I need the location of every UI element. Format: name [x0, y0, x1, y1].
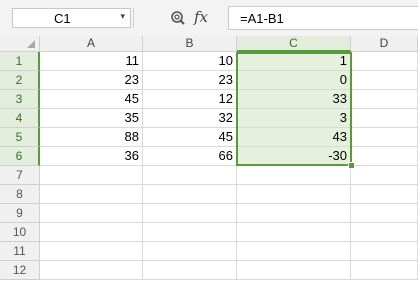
cell-a5[interactable]: 88	[40, 128, 143, 147]
cell-c8[interactable]	[237, 185, 351, 204]
cell-d4[interactable]	[351, 109, 418, 128]
cell-d8[interactable]	[351, 185, 418, 204]
cell-b8[interactable]	[143, 185, 237, 204]
cell-b5[interactable]: 45	[143, 128, 237, 147]
cell-c6[interactable]: -30	[237, 147, 351, 166]
cell-a12[interactable]	[40, 261, 143, 280]
cell-a9[interactable]	[40, 204, 143, 223]
cell-d11[interactable]	[351, 242, 418, 261]
cell-b2[interactable]: 23	[143, 71, 237, 90]
row-header[interactable]: 4	[0, 109, 40, 128]
function-icon[interactable]: fx	[194, 8, 208, 26]
cell-c12[interactable]	[237, 261, 351, 280]
cell-d9[interactable]	[351, 204, 418, 223]
formula-input[interactable]: =A1-B1	[228, 6, 418, 30]
zoom-icon[interactable]	[170, 8, 186, 28]
cell-b9[interactable]	[143, 204, 237, 223]
cell-b12[interactable]	[143, 261, 237, 280]
cell-b4[interactable]: 32	[143, 109, 237, 128]
row-header[interactable]: 10	[0, 223, 40, 242]
row-header[interactable]: 12	[0, 261, 40, 280]
cell-c9[interactable]	[237, 204, 351, 223]
cell-c4[interactable]: 3	[237, 109, 351, 128]
cell-a10[interactable]	[40, 223, 143, 242]
divider	[133, 8, 134, 28]
cell-c3[interactable]: 33	[237, 90, 351, 109]
cell-d3[interactable]	[351, 90, 418, 109]
name-box-value: C1	[54, 11, 71, 26]
cell-a2[interactable]: 23	[40, 71, 143, 90]
cell-d1[interactable]	[351, 52, 418, 71]
chevron-down-icon[interactable]: ▾	[120, 11, 125, 22]
cell-d12[interactable]	[351, 261, 418, 280]
cell-b3[interactable]: 12	[143, 90, 237, 109]
row-header[interactable]: 2	[0, 71, 40, 90]
cell-d10[interactable]	[351, 223, 418, 242]
cell-a8[interactable]	[40, 185, 143, 204]
cell-b1[interactable]: 10	[143, 52, 237, 71]
row-header[interactable]: 8	[0, 185, 40, 204]
cell-a11[interactable]	[40, 242, 143, 261]
formula-text: =A1-B1	[240, 11, 284, 26]
cell-a4[interactable]: 35	[40, 109, 143, 128]
column-header-c[interactable]: C	[237, 36, 351, 52]
row-header[interactable]: 5	[0, 128, 40, 147]
cell-b6[interactable]: 66	[143, 147, 237, 166]
row-header[interactable]: 9	[0, 204, 40, 223]
cell-b10[interactable]	[143, 223, 237, 242]
cell-c11[interactable]	[237, 242, 351, 261]
column-header-a[interactable]: A	[40, 36, 143, 52]
row-header[interactable]: 3	[0, 90, 40, 109]
cell-d2[interactable]	[351, 71, 418, 90]
select-all-corner[interactable]	[0, 36, 40, 52]
row-header[interactable]: 11	[0, 242, 40, 261]
row-header[interactable]: 7	[0, 166, 40, 185]
formula-bar: C1 ▾ fx =A1-B1	[0, 0, 418, 37]
cell-c7[interactable]	[237, 166, 351, 185]
cell-d7[interactable]	[351, 166, 418, 185]
cell-a3[interactable]: 45	[40, 90, 143, 109]
cell-d5[interactable]	[351, 128, 418, 147]
column-header-b[interactable]: B	[143, 36, 237, 52]
name-box[interactable]: C1 ▾	[12, 8, 131, 28]
fill-handle[interactable]	[348, 162, 355, 169]
cell-a7[interactable]	[40, 166, 143, 185]
row-header[interactable]: 1	[0, 52, 40, 71]
cell-c2[interactable]: 0	[237, 71, 351, 90]
cell-d6[interactable]	[351, 147, 418, 166]
cell-a1[interactable]: 11	[40, 52, 143, 71]
cell-a6[interactable]: 36	[40, 147, 143, 166]
cell-c1[interactable]: 1	[237, 52, 351, 71]
cell-b11[interactable]	[143, 242, 237, 261]
row-header[interactable]: 6	[0, 147, 40, 166]
column-header-d[interactable]: D	[351, 36, 418, 52]
cell-b7[interactable]	[143, 166, 237, 185]
cell-c10[interactable]	[237, 223, 351, 242]
cell-c5[interactable]: 43	[237, 128, 351, 147]
